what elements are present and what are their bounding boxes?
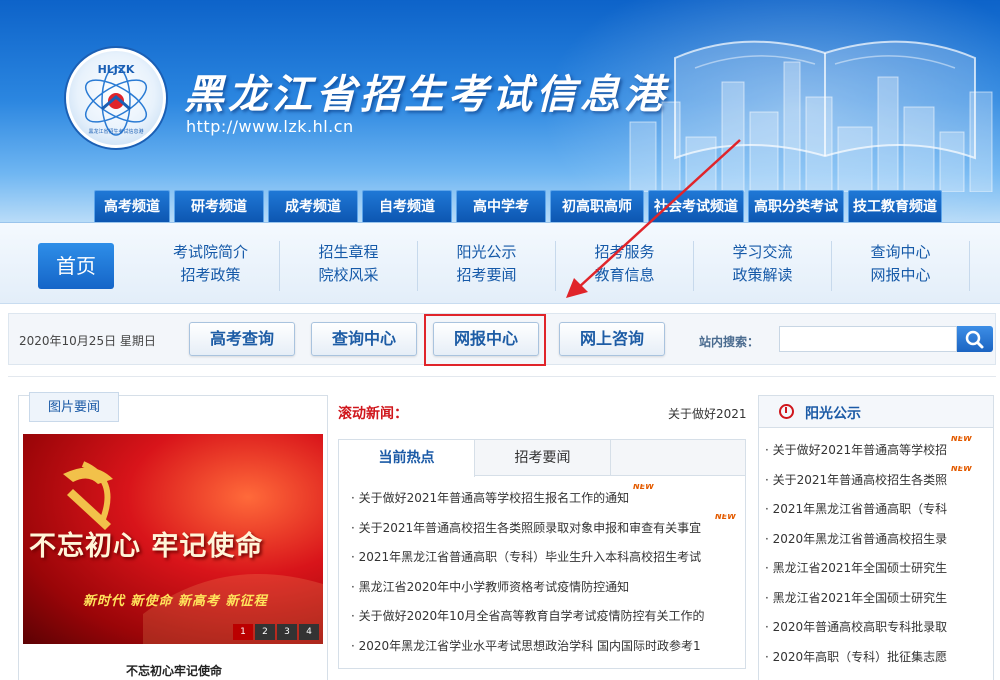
list-item[interactable]: · 关于2021年普通高校招生各类照顾录取对象申报和审查有关事宜 NEW — [351, 514, 736, 544]
search-icon — [965, 330, 984, 349]
slide-pager: 1 2 3 4 — [231, 624, 319, 640]
new-badge: NEW — [951, 436, 972, 443]
picture-news-tab[interactable]: 图片要闻 — [29, 392, 119, 422]
site-title: 黑龙江省招生考试信息港 — [184, 71, 668, 118]
tab-current-hot[interactable]: 当前热点 — [339, 440, 475, 477]
tab-zhaokao-yaowen[interactable]: 招考要闻 — [475, 440, 611, 476]
search-button[interactable] — [957, 326, 993, 352]
picture-news-panel: 图片要闻 不忘初心 牢记使命 新时代 新使命 新高考 新征程 1 2 3 4 不… — [18, 392, 329, 680]
hot-news-list: · 关于做好2021年普通高等学校招生报名工作的通知 NEW · 关于2021年普… — [351, 484, 736, 661]
slide-page-2[interactable]: 2 — [255, 624, 275, 640]
list-item[interactable]: · 2020年黑龙江省普通高校招生录 — [765, 525, 987, 555]
list-item[interactable]: · 2020年高职（专科）批征集志愿 — [765, 643, 987, 673]
nav-link-zhaokao-fuwu[interactable]: 招考服务 — [556, 241, 693, 264]
online-consult-button[interactable]: 网上咨询 — [559, 322, 665, 356]
nav-link-kaoshiyuan-jianjie[interactable]: 考试院简介 — [142, 241, 279, 264]
header-banner: HLJZK 黑龙江省招生考试信息港 黑龙江省招生考试信息港 http://www… — [0, 0, 1000, 222]
tab-chengkao[interactable]: 成考频道 — [268, 190, 358, 222]
nav-link-chaxun-zhongxin[interactable]: 查询中心 — [832, 241, 969, 264]
tab-gaozhi-fenlei[interactable]: 高职分类考试 — [748, 190, 844, 222]
content-area: 图片要闻 不忘初心 牢记使命 新时代 新使命 新高考 新征程 1 2 3 4 不… — [8, 376, 996, 680]
slide-page-1[interactable]: 1 — [233, 624, 253, 640]
nav-link-zhaokao-zhengce[interactable]: 招考政策 — [142, 264, 279, 287]
list-item[interactable]: · 黑龙江省2021年全国硕士研究生 — [765, 584, 987, 614]
nav-group-5: 学习交流 政策解读 — [694, 241, 832, 291]
quick-toolbar: 2020年10月25日 星期日 高考查询 查询中心 网报中心 网上咨询 站内搜索… — [8, 313, 996, 365]
new-badge: NEW — [633, 484, 654, 491]
list-item[interactable]: · 2020年普通高校高职专科批录取 — [765, 613, 987, 643]
home-button[interactable]: 首页 — [38, 243, 114, 289]
scroll-news-marquee[interactable]: 关于做好2021年 — [668, 405, 746, 422]
nav-group-2: 招生章程 院校风采 — [280, 241, 418, 291]
site-logo[interactable]: HLJZK 黑龙江省招生考试信息港 — [66, 48, 166, 148]
slide-sub-slogan: 新时代 新使命 新高考 新征程 — [83, 594, 268, 609]
picture-news-caption[interactable]: 不忘初心牢记使命 — [19, 662, 329, 679]
nav-link-yuanxiao-fengcai[interactable]: 院校风采 — [280, 264, 417, 287]
hot-news-panel: 当前热点 招考要闻 · 关于做好2021年普通高等学校招生报名工作的通知 NEW … — [338, 439, 746, 669]
city-skyline-illustration — [629, 61, 993, 192]
tab-gaozhong-xuekao[interactable]: 高中学考 — [456, 190, 546, 222]
nav-link-jiaoyu-xinxi[interactable]: 教育信息 — [556, 264, 693, 287]
list-item[interactable]: · 关于做好2020年10月全省高等教育自学考试疫情防控有关工作的 — [351, 602, 736, 632]
slide-page-4[interactable]: 4 — [299, 624, 319, 640]
new-badge: NEW — [951, 465, 972, 473]
svg-text:HLJZK: HLJZK — [98, 63, 135, 76]
nav-group-1: 考试院简介 招考政策 — [142, 241, 280, 291]
current-date: 2020年10月25日 星期日 — [19, 334, 156, 348]
slide-page-3[interactable]: 3 — [277, 624, 297, 640]
sunshine-notice-panel: 阳光公示 · 关于做好2021年普通高等学校招 NEW · 关于2021年普通高校… — [758, 395, 994, 680]
tab-zikao[interactable]: 自考频道 — [362, 190, 452, 222]
svg-text:黑龙江省招生考试信息港: 黑龙江省招生考试信息港 — [88, 128, 143, 135]
search-label: 站内搜索： — [699, 335, 760, 349]
sunshine-title[interactable]: 阳光公示 — [805, 403, 861, 423]
nav-link-zhengce-jiedu[interactable]: 政策解读 — [694, 264, 831, 287]
nav-link-xuexi-jiaoliu[interactable]: 学习交流 — [694, 241, 831, 264]
list-item[interactable]: · 关于2021年普通高校招生各类照 NEW — [765, 466, 987, 496]
list-item[interactable]: · 关于做好2021年普通高等学校招生报名工作的通知 NEW — [351, 484, 736, 514]
channel-tab-bar: 高考频道 研考频道 成考频道 自考频道 高中学考 初高职高师 社会考试频道 高职… — [94, 190, 942, 222]
nav-group-6: 查询中心 网报中心 — [832, 241, 970, 291]
site-url[interactable]: http://www.lzk.hl.cn — [186, 117, 354, 136]
list-item[interactable]: · 黑龙江省2020年中小学教师资格考试疫情防控通知 — [351, 573, 736, 603]
nav-group-4: 招考服务 教育信息 — [556, 241, 694, 291]
slide-slogan: 不忘初心 牢记使命 — [29, 531, 264, 562]
scroll-news-label: 滚动新闻： — [338, 406, 408, 422]
logo-emblem-icon: HLJZK 黑龙江省招生考试信息港 — [84, 63, 148, 136]
gaokao-query-button[interactable]: 高考查询 — [189, 322, 295, 356]
online-registration-button[interactable]: 网报中心 — [433, 322, 539, 356]
sunshine-list: · 关于做好2021年普通高等学校招 NEW · 关于2021年普通高校招生各类照… — [765, 436, 987, 672]
nav-group-3: 阳光公示 招考要闻 — [418, 241, 556, 291]
nav-link-zhaokao-yaowen[interactable]: 招考要闻 — [418, 264, 555, 287]
hot-news-tabs: 当前热点 招考要闻 — [339, 440, 745, 477]
power-icon — [779, 404, 794, 419]
list-item[interactable]: · 关于做好2021年普通高等学校招 NEW — [765, 436, 987, 466]
new-badge: NEW — [715, 513, 736, 521]
picture-news-slide[interactable]: 不忘初心 牢记使命 新时代 新使命 新高考 新征程 1 2 3 4 — [23, 434, 323, 644]
tab-shehui-kaoshi[interactable]: 社会考试频道 — [648, 190, 744, 222]
query-center-button[interactable]: 查询中心 — [311, 322, 417, 356]
tab-jigong-jiaoyu[interactable]: 技工教育频道 — [848, 190, 942, 222]
nav-link-zhaosheng-zhangcheng[interactable]: 招生章程 — [280, 241, 417, 264]
list-item[interactable]: · 2021年黑龙江省普通高职（专科 — [765, 495, 987, 525]
nav-link-yangguang-gongshi[interactable]: 阳光公示 — [418, 241, 555, 264]
tab-yankao[interactable]: 研考频道 — [174, 190, 264, 222]
tab-chugaozhi[interactable]: 初高职高师 — [550, 190, 644, 222]
tab-gaokao[interactable]: 高考频道 — [94, 190, 170, 222]
sunshine-header: 阳光公示 — [759, 396, 993, 428]
list-item[interactable]: · 2021年黑龙江省普通高职（专科）毕业生升入本科高校招生考试 — [351, 543, 736, 573]
list-item[interactable]: · 黑龙江省2021年全国硕士研究生 — [765, 554, 987, 584]
main-nav: 首页 考试院简介 招考政策 招生章程 院校风采 阳光公示 招考要闻 招考服务 教… — [0, 222, 1000, 304]
nav-link-wangbao-zhongxin[interactable]: 网报中心 — [832, 264, 969, 287]
list-item[interactable]: · 2020年黑龙江省学业水平考试思想政治学科 国内国际时政参考1 — [351, 632, 736, 662]
site-search-input[interactable] — [779, 326, 957, 352]
